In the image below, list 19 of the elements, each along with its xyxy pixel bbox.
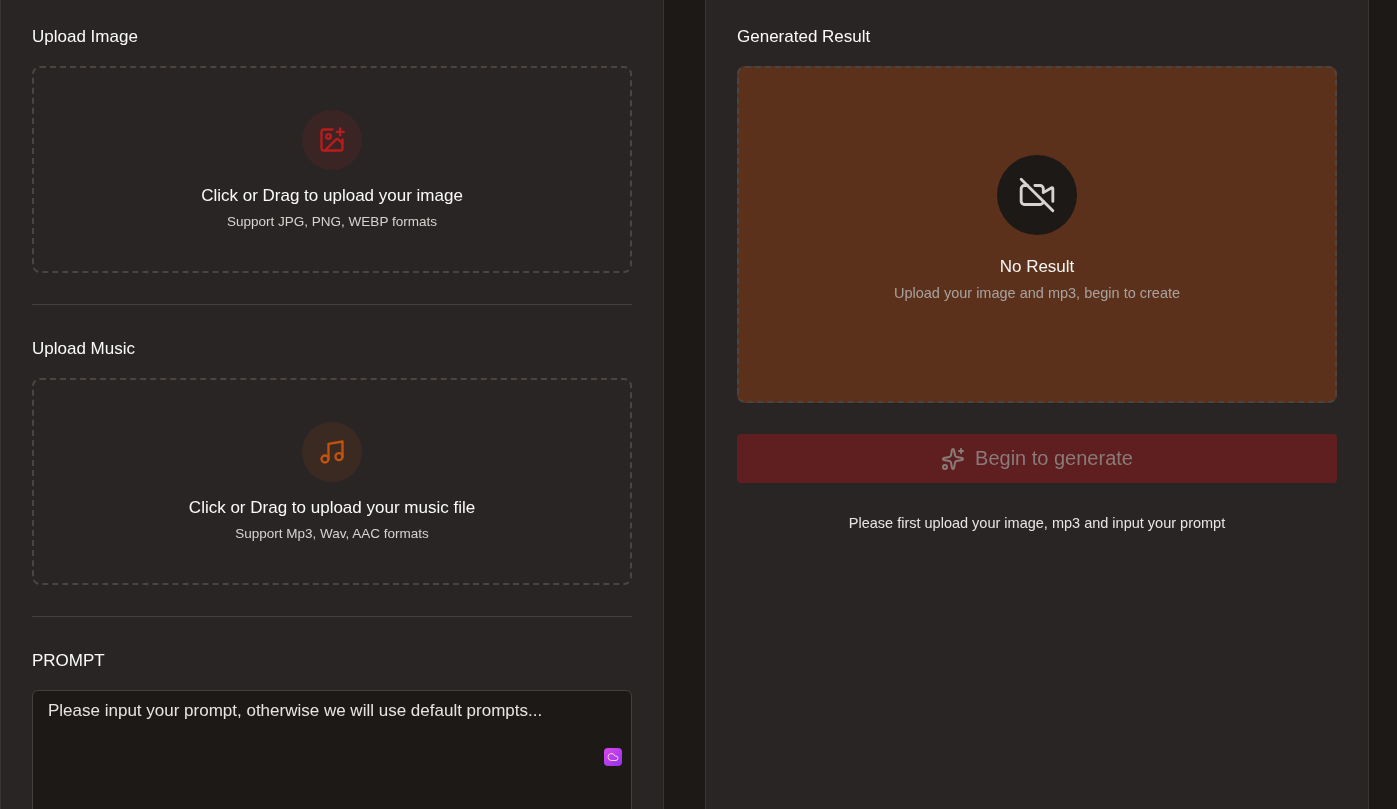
hint-text: Please first upload your image, mp3 and input your prompt: [847, 515, 1227, 531]
result-title: No Result: [999, 256, 1075, 277]
result-subtitle: Upload your image and mp3, begin to create: [893, 284, 1181, 301]
extension-icon[interactable]: [604, 748, 622, 766]
upload-dropzone[interactable]: Click or Drag to upload your music file Support Mp3, Wav, AAC formats: [32, 378, 632, 585]
section-label: Upload Image: [32, 26, 139, 48]
upload-dropzone[interactable]: Click or Drag to upload your image Support JPG, PNG, WEBP formats: [32, 66, 632, 273]
sparkles-icon: [941, 446, 966, 471]
prompt-field[interactable]: Please input your prompt, otherwise we will use default prompts...: [32, 690, 632, 809]
video-off-icon: [1018, 175, 1056, 214]
music-note-icon: [318, 438, 346, 466]
image-plus-icon: [318, 126, 346, 154]
section-label: Upload Music: [32, 338, 136, 360]
upload-title: Click or Drag to upload your music file: [188, 498, 476, 518]
section-label: PROMPT: [32, 650, 106, 672]
upload-hint: Support JPG, PNG, WEBP formats: [227, 214, 437, 229]
upload-title: Click or Drag to upload your image: [201, 186, 463, 206]
upload-hint: Support Mp3, Wav, AAC formats: [235, 526, 429, 541]
section-label: Generated Result: [737, 26, 872, 48]
